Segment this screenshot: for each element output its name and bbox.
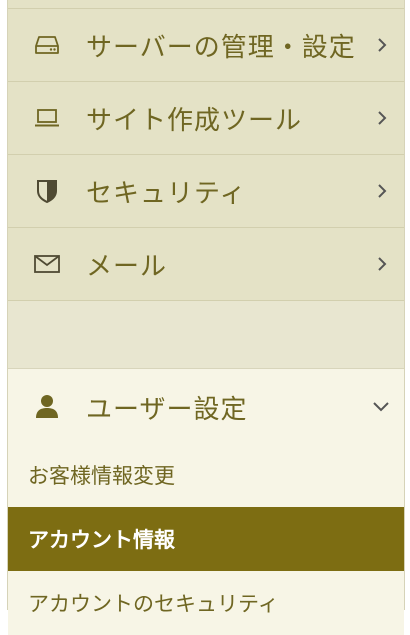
submenu-item-customer-info[interactable]: お客様情報変更 [8,443,404,507]
chevron-right-icon [378,38,387,52]
laptop-icon [32,103,62,133]
menu-item-security[interactable]: セキュリティ [8,155,404,228]
chevron-right-icon [378,257,387,271]
chevron-right-icon [378,111,387,125]
server-icon [32,30,62,60]
menu-item-label: サイト作成ツール [86,105,303,136]
menu-spacer [8,301,404,369]
menu-item-label: メール [86,251,168,282]
menu-item-user-settings[interactable]: ユーザー設定 [8,369,404,443]
user-settings-section: ユーザー設定 お客様情報変更 アカウント情報 アカウントのセキュリティ [8,369,404,635]
menu-item-label: サーバーの管理・設定 [86,32,356,63]
menu-item-label: ユーザー設定 [86,395,248,425]
mail-icon [32,249,62,279]
chevron-down-icon [373,402,389,412]
menu-item-site-builder[interactable]: サイト作成ツール [8,82,404,155]
menu-item-label: セキュリティ [86,178,247,209]
sidebar-top-edge [8,0,404,9]
submenu-item-account-security[interactable]: アカウントのセキュリティ [8,571,404,635]
shield-icon [32,176,62,206]
chevron-right-icon [378,184,387,198]
menu-item-server-settings[interactable]: サーバーの管理・設定 [8,9,404,82]
menu-item-mail[interactable]: メール [8,228,404,301]
user-icon [36,395,58,418]
submenu-item-account-info[interactable]: アカウント情報 [8,507,404,571]
sidebar: サーバーの管理・設定 サイト作成ツール セキュリティ メール ユーザー設定 お客… [7,0,405,635]
